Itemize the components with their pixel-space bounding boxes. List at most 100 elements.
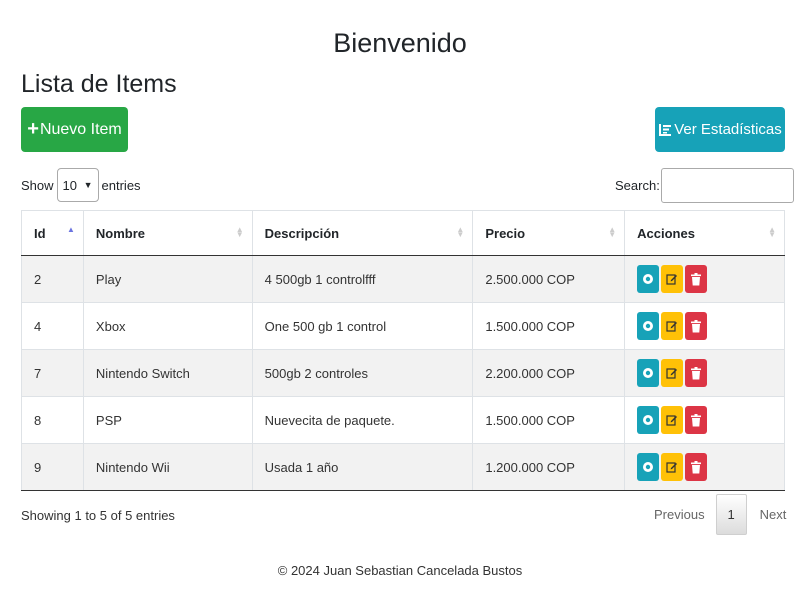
cell-nombre: Nintendo Switch [83,349,253,397]
view-stats-button[interactable]: Ver Estadísticas [655,107,785,152]
edit-button[interactable] [661,453,684,481]
cell-descripcion: 4 500gb 1 controlfff [252,255,474,303]
delete-button[interactable] [685,265,708,293]
delete-button[interactable] [685,359,708,387]
cell-nombre: Nintendo Wii [83,443,253,491]
length-prefix: Show [21,177,54,193]
view-icon [643,368,654,378]
trash-icon [691,460,702,473]
list-icon [659,123,672,136]
edit-button[interactable] [661,406,684,434]
list-title: Lista de Items [21,70,177,98]
view-stats-label: Ver Estadísticas [674,121,782,138]
cell-acciones [624,396,785,444]
cell-nombre: PSP [83,396,253,444]
view-icon [643,321,654,331]
view-button[interactable] [637,359,660,387]
search-control: Search: [615,168,794,203]
table-row: 2 Play 4 500gb 1 controlfff 2.500.000 COP [21,255,785,303]
view-icon [643,462,654,472]
cell-precio: 2.200.000 COP [472,349,626,397]
cell-descripcion: Usada 1 año [252,443,474,491]
view-icon [643,274,654,284]
view-icon [643,415,654,425]
cell-acciones [624,349,785,397]
row-actions [637,406,774,434]
table-info: Showing 1 to 5 of 5 entries [21,508,175,523]
cell-precio: 2.500.000 COP [472,255,626,303]
cell-nombre: Xbox [83,302,253,350]
edit-button[interactable] [661,312,684,340]
cell-acciones [624,255,785,303]
trash-icon [691,319,702,332]
view-button[interactable] [637,265,660,293]
delete-button[interactable] [685,406,708,434]
previous-page-button[interactable]: Previous [643,495,716,535]
trash-icon [691,272,702,285]
delete-button[interactable] [685,453,708,481]
footer-copyright: © 2024 Juan Sebastian Cancelada Bustos [277,563,523,578]
edit-icon [666,462,678,473]
cell-precio: 1.500.000 COP [472,302,626,350]
trash-icon [691,413,702,426]
sort-icon: ▲ ▼ [235,225,244,239]
row-actions [637,312,774,340]
row-actions [637,453,774,481]
cell-id: 7 [21,349,84,397]
table-row: 8 PSP Nuevecita de paquete. 1.500.000 COP [21,396,785,444]
row-actions [637,265,774,293]
cell-id: 4 [21,302,84,350]
plus-icon: + [27,118,39,140]
column-header-nombre[interactable]: Nombre ▲ ▼ [83,210,253,256]
cell-descripcion: Nuevecita de paquete. [252,396,474,444]
row-actions [637,359,774,387]
sort-icon: ▲ ▼ [456,225,465,239]
cell-id: 9 [21,443,84,491]
table-row: 7 Nintendo Switch 500gb 2 controles 2.200.0… [21,349,785,397]
chevron-down-icon: ▼ [83,180,93,190]
trash-icon [691,366,702,379]
cell-acciones [624,302,785,350]
view-button[interactable] [637,312,660,340]
column-header-descripcion[interactable]: Descripción ▲ ▼ [252,210,474,256]
entries-select-value: 10 [62,177,77,193]
view-button[interactable] [637,453,660,481]
sort-icon: ▲ ▼ [768,225,776,239]
column-header-acciones[interactable]: Acciones ▲ ▼ [624,210,785,256]
table-row: 9 Nintendo Wii Usada 1 año 1.200.000 COP [21,443,785,491]
entries-length-control: Show 10 ▼ entries [21,168,141,202]
new-item-label: Nuevo Item [39,120,122,138]
column-header-precio[interactable]: Precio ▲ ▼ [472,210,626,256]
sort-asc-icon: ▲ [67,225,75,234]
cell-precio: 1.200.000 COP [472,443,626,491]
cell-descripcion: One 500 gb 1 control [252,302,474,350]
edit-icon [666,321,678,332]
edit-button[interactable] [661,265,684,293]
table-row: 4 Xbox One 500 gb 1 control 1.500.000 COP [21,302,785,350]
edit-icon [666,274,678,285]
search-label: Search: [615,178,660,193]
new-item-button[interactable]: + Nuevo Item [21,107,128,152]
page-title: Bienvenido [333,28,467,58]
cell-precio: 1.500.000 COP [472,396,626,444]
cell-acciones [624,443,785,491]
search-input[interactable] [660,168,794,203]
next-page-button[interactable]: Next [747,495,798,535]
items-table: Id ▲ Nombre ▲ ▼ Descripción ▲ ▼ Precio ▲ ▼ … [21,210,785,491]
cell-id: 2 [21,255,84,303]
edit-button[interactable] [661,359,684,387]
table-header-row: Id ▲ Nombre ▲ ▼ Descripción ▲ ▼ Precio ▲ ▼ … [21,210,785,256]
column-header-id[interactable]: Id ▲ [21,210,84,256]
view-button[interactable] [637,406,660,434]
sort-icon: ▲ ▼ [608,225,617,239]
edit-icon [666,415,678,426]
edit-icon [666,368,678,379]
entries-select[interactable]: 10 ▼ [56,168,99,202]
cell-nombre: Play [83,255,253,303]
delete-button[interactable] [685,312,708,340]
cell-descripcion: 500gb 2 controles [252,349,474,397]
pagination: Previous 1 Next [643,494,797,535]
page-1-button[interactable]: 1 [715,494,747,535]
length-suffix: entries [101,177,141,193]
cell-id: 8 [21,396,84,444]
